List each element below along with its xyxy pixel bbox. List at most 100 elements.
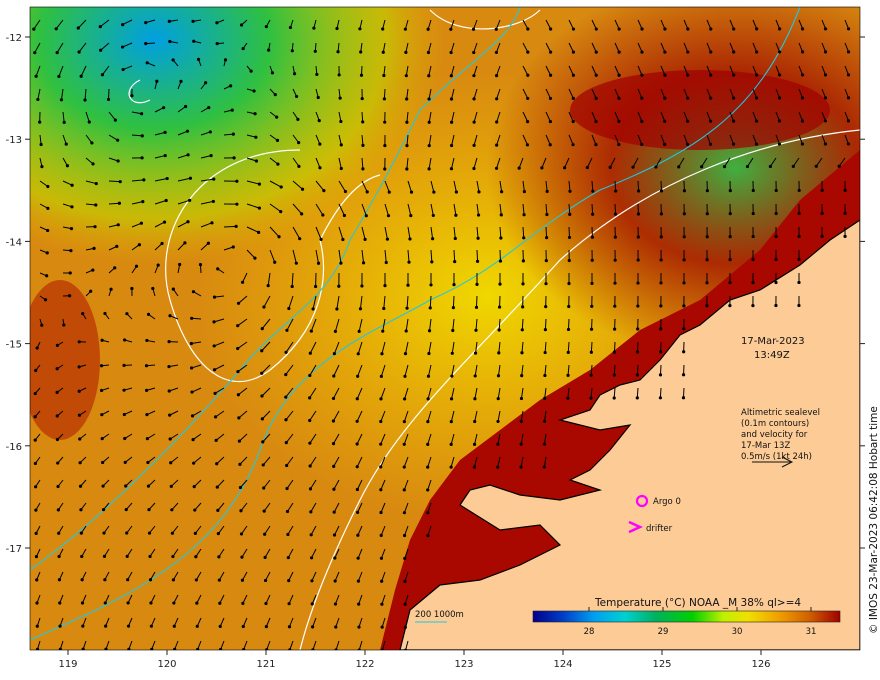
velocity-arrow-head: [663, 119, 667, 123]
velocity-arrow-head: [751, 257, 755, 262]
velocity-arrow-head: [427, 97, 431, 101]
velocity-arrow-head: [333, 556, 337, 560]
velocity-arrow-head: [290, 284, 294, 289]
velocity-arrow-head: [240, 280, 245, 284]
velocity-arrow-head: [654, 165, 658, 169]
velocity-arrow-head: [659, 235, 663, 239]
colorbar-tick-label: 30: [732, 627, 743, 637]
velocity-arrow-head: [171, 554, 175, 559]
velocity-arrow-head: [405, 120, 409, 124]
velocity-arrow-head: [145, 437, 150, 441]
velocity-arrow-head: [170, 531, 174, 535]
velocity-arrow-head: [236, 393, 240, 397]
velocity-arrow-head: [843, 234, 847, 238]
velocity-arrow-head: [120, 45, 125, 49]
velocity-arrow-head: [172, 601, 176, 605]
velocity-arrow-head: [77, 389, 81, 393]
velocity-arrow-head: [121, 23, 125, 27]
velocity-arrow-head: [402, 397, 407, 401]
velocity-arrow-head: [62, 120, 66, 124]
velocity-arrow-head: [45, 251, 49, 255]
velocity-arrow-head: [682, 235, 686, 239]
velocity-arrow-head: [257, 182, 261, 186]
velocity-arrow-head: [754, 96, 759, 100]
velocity-arrow-head: [608, 165, 612, 169]
velocity-arrow-head: [285, 509, 290, 514]
velocity-arrow-head: [361, 143, 365, 147]
velocity-arrow-head: [617, 73, 621, 77]
velocity-arrow-head: [496, 419, 500, 424]
velocity-arrow-head: [168, 413, 172, 417]
velocity-arrow-head: [100, 73, 105, 77]
velocity-arrow-head: [116, 223, 120, 227]
velocity-arrow-head: [663, 73, 667, 77]
velocity-arrow-head: [35, 346, 39, 350]
velocity-arrow-head: [94, 203, 98, 207]
velocity-arrow-head: [70, 183, 74, 187]
velocity-arrow-head: [217, 555, 221, 559]
velocity-arrow-head: [426, 397, 430, 401]
velocity-arrow-head: [363, 237, 367, 241]
velocity-arrow-head: [548, 119, 552, 124]
velocity-arrow-head: [636, 189, 641, 193]
velocity-arrow-head: [658, 373, 663, 377]
velocity-arrow-head: [164, 198, 168, 203]
velocity-arrow-head: [659, 350, 663, 354]
velocity-arrow-head: [454, 190, 458, 194]
velocity-arrow-head: [137, 243, 141, 247]
velocity-arrow-head: [405, 306, 409, 310]
velocity-arrow-head: [58, 601, 62, 605]
velocity-arrow-head: [298, 237, 302, 241]
velocity-arrow-head: [472, 143, 476, 147]
velocity-arrow-head: [525, 143, 530, 147]
velocity-arrow-head: [406, 283, 410, 287]
velocity-arrow-head: [238, 462, 242, 466]
velocity-arrow-head: [745, 164, 750, 169]
velocity-arrow-head: [568, 189, 572, 193]
velocity-arrow-head: [70, 205, 74, 209]
velocity-arrow-head: [284, 350, 288, 354]
velocity-arrow-head: [78, 484, 83, 488]
velocity-arrow-head: [287, 602, 291, 606]
velocity-arrow-head: [800, 96, 805, 100]
velocity-arrow-head: [309, 556, 314, 560]
velocity-arrow-head: [169, 461, 173, 465]
velocity-arrow-head: [429, 283, 433, 287]
velocity-arrow-head: [498, 259, 503, 263]
velocity-arrow-head: [219, 647, 223, 650]
velocity-arrow-head: [253, 112, 257, 116]
velocity-arrow-head: [64, 142, 68, 146]
velocity-arrow-head: [99, 388, 104, 393]
velocity-arrow-head: [403, 352, 408, 356]
velocity-arrow-head: [700, 165, 704, 169]
velocity-arrow-head: [571, 27, 576, 31]
velocity-arrow-head: [149, 601, 153, 605]
velocity-arrow-head: [846, 27, 851, 31]
velocity-arrow-head: [308, 373, 312, 378]
velocity-arrow-head: [308, 418, 312, 423]
velocity-arrow-head: [194, 578, 198, 582]
velocity-arrow-head: [571, 96, 575, 100]
velocity-arrow-head: [35, 647, 40, 650]
velocity-arrow-head: [797, 211, 801, 216]
velocity-arrow-head: [35, 624, 39, 628]
velocity-arrow-head: [589, 327, 594, 331]
velocity-arrow-head: [94, 181, 98, 186]
velocity-arrow-head: [705, 212, 709, 216]
velocity-arrow-head: [800, 119, 805, 123]
velocity-arrow-head: [335, 26, 339, 31]
velocity-arrow-head: [751, 211, 755, 216]
velocity-arrow-head: [428, 306, 432, 310]
velocity-arrow-head: [426, 420, 430, 424]
velocity-arrow-head: [118, 180, 122, 184]
velocity-arrow-head: [83, 98, 87, 102]
velocity-arrow-head: [190, 414, 195, 418]
velocity-arrow-head: [279, 185, 283, 189]
velocity-arrow-head: [290, 49, 294, 53]
velocity-arrow-head: [125, 554, 129, 558]
velocity-arrow-head: [774, 188, 778, 193]
velocity-arrow-head: [426, 511, 430, 515]
velocity-arrow-head: [385, 237, 390, 241]
velocity-arrow-head: [823, 27, 828, 31]
velocity-arrow-head: [380, 625, 384, 629]
